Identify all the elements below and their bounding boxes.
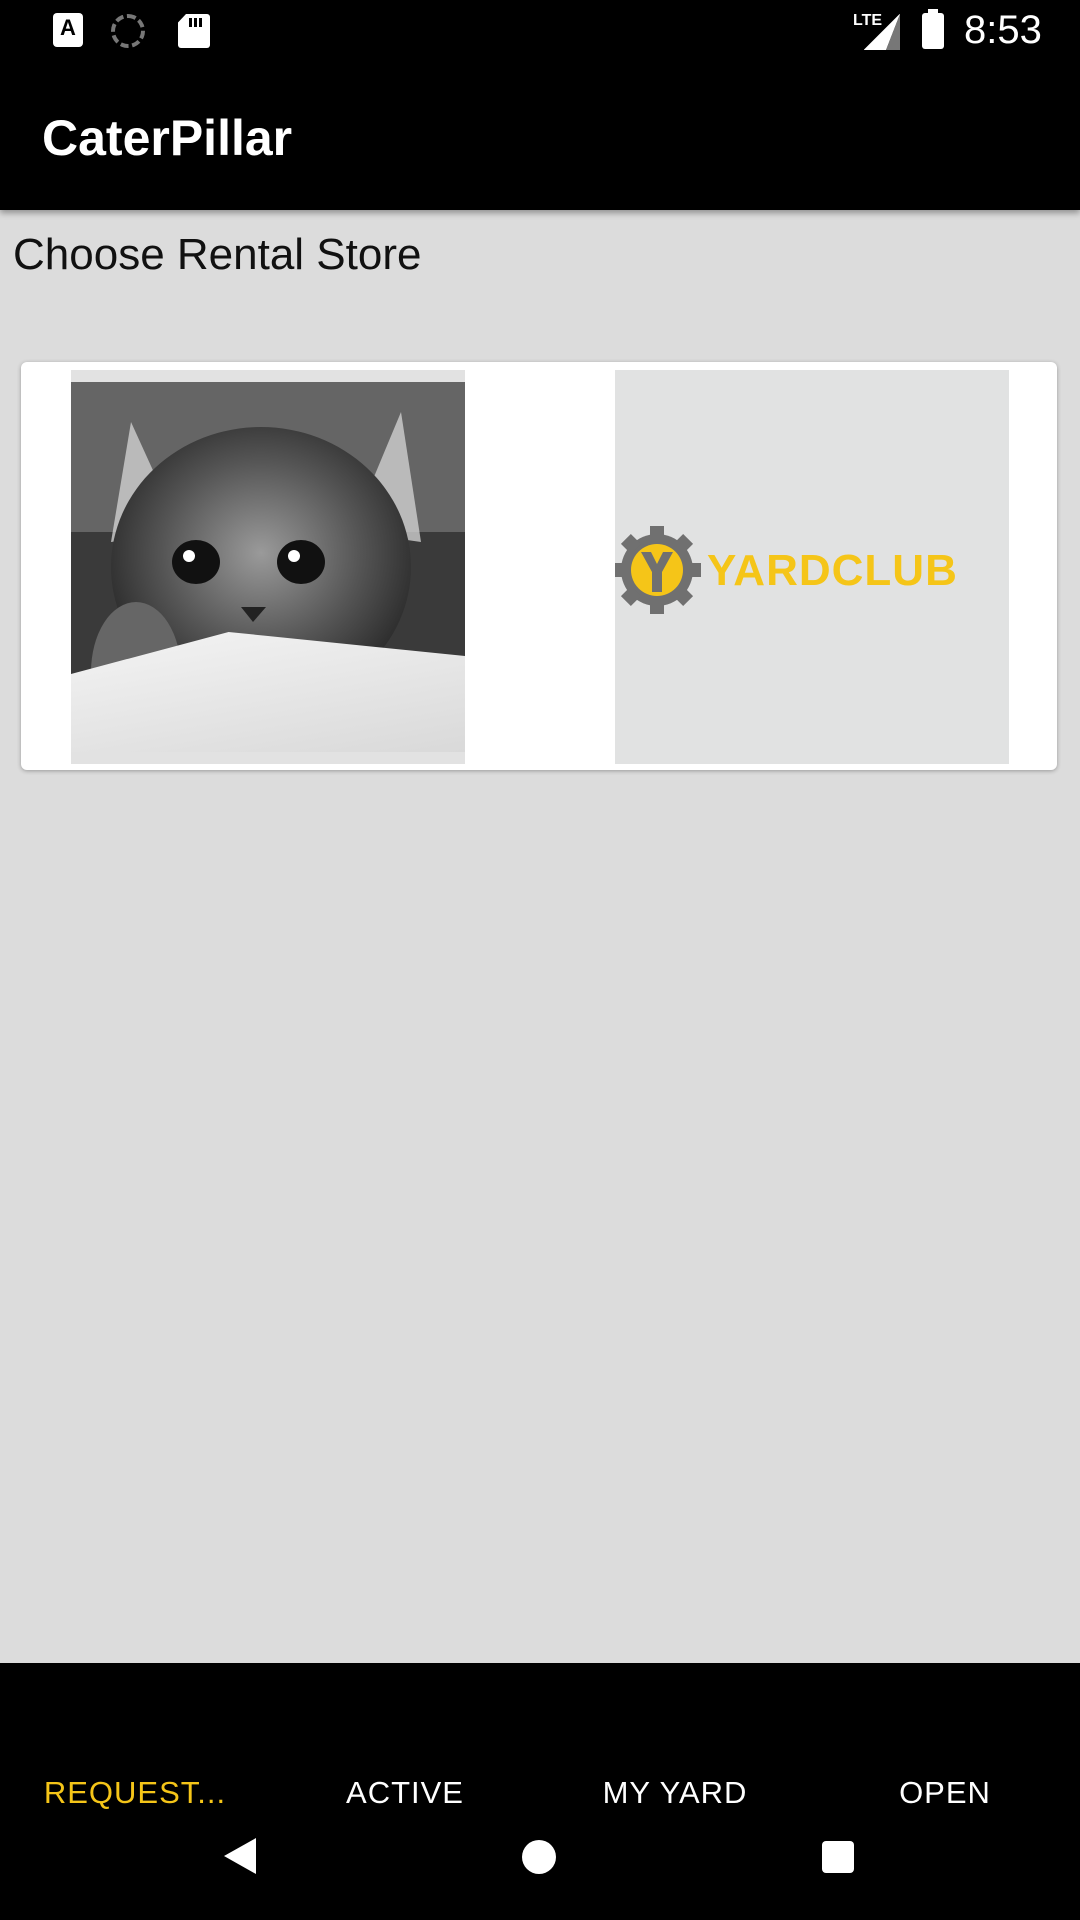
tab-active[interactable]: ACTIVE	[270, 1763, 540, 1823]
store-tile-kitten[interactable]	[71, 370, 465, 764]
app-title: CaterPillar	[42, 110, 293, 166]
yardclub-logo: YARDCLUB	[615, 526, 958, 614]
kitten-photo	[71, 382, 465, 752]
status-bar: A LTE 8:53	[0, 0, 1080, 63]
battery-icon	[922, 9, 944, 49]
tab-request[interactable]: REQUEST...	[0, 1763, 270, 1823]
tab-my-yard[interactable]: MY YARD	[540, 1763, 810, 1823]
recents-icon[interactable]	[822, 1841, 854, 1873]
tab-open[interactable]: OPEN	[810, 1763, 1080, 1823]
loading-spinner-icon	[111, 14, 145, 48]
yardclub-logo-text: YARDCLUB	[707, 546, 958, 595]
page-title: Choose Rental Store	[13, 230, 422, 279]
app-a-icon: A	[53, 13, 83, 53]
sd-card-icon	[178, 14, 210, 48]
home-icon[interactable]	[522, 1840, 556, 1874]
store-tile-yardclub[interactable]: YARDCLUB	[615, 370, 1009, 764]
back-icon[interactable]	[224, 1838, 256, 1874]
bottom-nav: REQUEST... ACTIVE MY YARD OPEN	[0, 1663, 1080, 1920]
status-time: 8:53	[964, 8, 1042, 52]
store-card: YARDCLUB	[21, 362, 1057, 770]
app-bar: CaterPillar	[0, 63, 1080, 210]
signal-icon	[864, 14, 900, 50]
